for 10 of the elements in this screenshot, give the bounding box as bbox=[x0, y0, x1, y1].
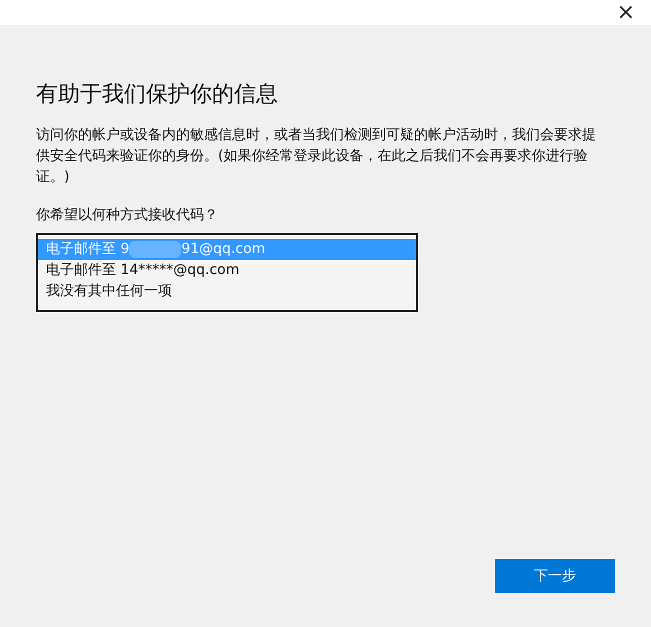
dialog-heading: 有助于我们保护你的信息 bbox=[36, 81, 279, 109]
options-listbox[interactable]: 电子邮件至 9 91@qq.com 电子邮件至 14*****@qq.com 我没有其中任何一项 bbox=[36, 233, 418, 312]
list-option[interactable]: 电子邮件至 14*****@qq.com bbox=[38, 260, 416, 281]
description-text: 访问你的帐户或设备内的敏感信息时，或者当我们检测到可疑的帐户活动时，我们会要求提供安全代码来验证你的身份。(如果你经常登录此设备，在此之后我们不会再要求你进行验证。) bbox=[36, 126, 597, 187]
list-option[interactable]: 我没有其中任何一项 bbox=[38, 281, 416, 302]
option-text: 电子邮件至 9 bbox=[46, 240, 130, 259]
question-label: 你希望以何种方式接收代码？ bbox=[36, 206, 219, 224]
option-text: 91@qq.com bbox=[181, 240, 266, 259]
next-button[interactable]: 下一步 bbox=[495, 559, 615, 593]
close-button[interactable]: × bbox=[614, 2, 637, 22]
